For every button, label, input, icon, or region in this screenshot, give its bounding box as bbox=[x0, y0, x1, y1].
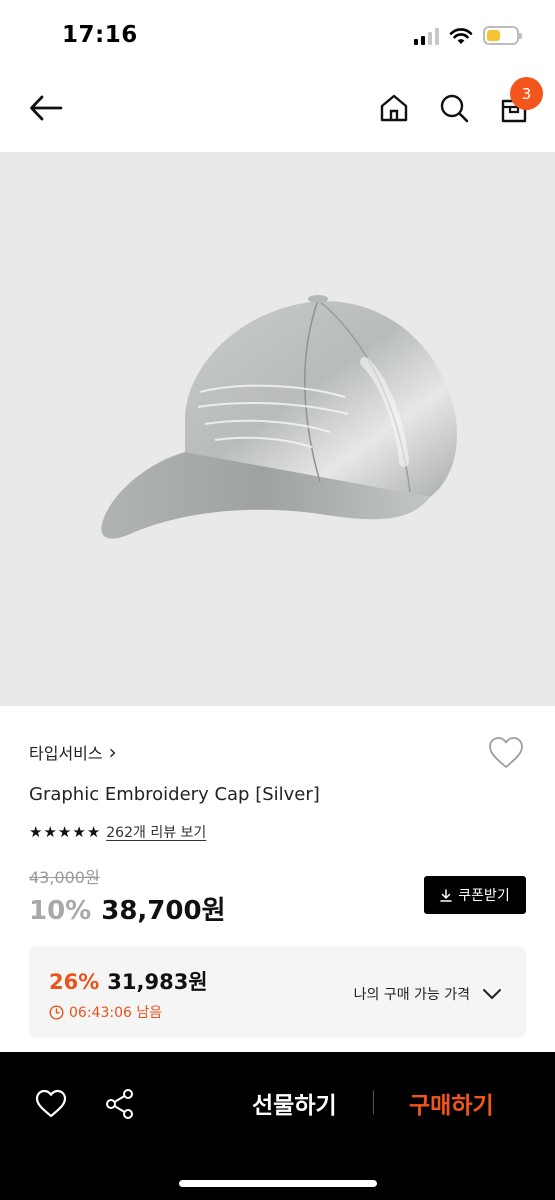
timer-row: 06:43:06 남음 bbox=[49, 1002, 162, 1022]
signal-icon bbox=[414, 27, 439, 45]
home-button[interactable] bbox=[374, 88, 414, 128]
search-button[interactable] bbox=[434, 88, 474, 128]
battery-fill bbox=[487, 30, 500, 41]
best-price-box[interactable]: 26% 31,983원 06:43:06 남음 나의 구매 가능 가격 bbox=[29, 946, 526, 1038]
nav-bar bbox=[0, 70, 555, 152]
share-button[interactable] bbox=[100, 1084, 140, 1124]
star-rating: ★ ★ ★ ★ ★ bbox=[29, 822, 101, 841]
product-image[interactable] bbox=[0, 152, 555, 706]
battery-icon bbox=[483, 26, 522, 45]
status-icons bbox=[414, 26, 522, 45]
status-bar: 17:16 bbox=[0, 0, 555, 70]
product-name: Graphic Embroidery Cap [Silver] bbox=[29, 784, 320, 805]
star-icon: ★ bbox=[72, 822, 86, 841]
star-icon: ★ bbox=[57, 822, 72, 841]
home-indicator bbox=[179, 1180, 377, 1187]
star-icon: ★ bbox=[29, 822, 43, 841]
share-icon bbox=[106, 1089, 133, 1119]
download-icon bbox=[440, 888, 452, 902]
clock-icon bbox=[49, 1004, 64, 1020]
original-price: 43,000원 bbox=[29, 868, 100, 887]
wifi-icon bbox=[449, 27, 473, 44]
chevron-down-icon bbox=[483, 989, 501, 999]
status-time: 17:16 bbox=[62, 22, 138, 48]
timer-text: 06:43:06 남음 bbox=[69, 1005, 163, 1021]
bottom-action-bar: 선물하기 구매하기 bbox=[0, 1052, 555, 1200]
best-price-toggle[interactable]: 나의 구매 가능 가격 bbox=[354, 984, 502, 1004]
best-discount: 26% bbox=[49, 970, 100, 994]
review-link[interactable]: 262개 리뷰 보기 bbox=[106, 822, 206, 842]
back-button[interactable] bbox=[26, 88, 66, 128]
home-icon bbox=[380, 94, 408, 122]
coupon-button[interactable]: 쿠폰받기 bbox=[424, 876, 526, 914]
like-button[interactable] bbox=[31, 1084, 71, 1124]
discount-rate: 10% bbox=[29, 896, 92, 926]
star-icon: ★ bbox=[86, 822, 101, 841]
best-price: 31,983원 bbox=[107, 970, 208, 994]
silver-cap-photo bbox=[101, 295, 458, 539]
back-arrow-icon bbox=[30, 95, 63, 121]
price-row: 10% 38,700원 bbox=[29, 890, 226, 927]
chevron-right-icon: › bbox=[108, 740, 117, 764]
best-price-row: 26% 31,983원 bbox=[49, 966, 208, 996]
heart-outline-icon bbox=[489, 737, 523, 768]
cart-badge: 3 bbox=[510, 77, 543, 110]
heart-icon bbox=[35, 1089, 67, 1118]
divider bbox=[373, 1090, 374, 1114]
star-icon: ★ bbox=[43, 822, 57, 841]
brand-name: 타입서비스 bbox=[29, 744, 103, 763]
rating-row: ★ ★ ★ ★ ★ 262개 리뷰 보기 bbox=[29, 822, 206, 842]
brand-link[interactable]: 타입서비스 › bbox=[29, 740, 117, 764]
gift-button[interactable]: 선물하기 bbox=[252, 1086, 337, 1120]
best-price-label: 나의 구매 가능 가격 bbox=[353, 987, 470, 1003]
wishlist-button[interactable] bbox=[488, 736, 524, 772]
search-icon bbox=[440, 94, 469, 123]
sale-price: 38,700원 bbox=[101, 896, 226, 926]
buy-button[interactable]: 구매하기 bbox=[409, 1086, 494, 1120]
coupon-label: 쿠폰받기 bbox=[458, 888, 510, 904]
